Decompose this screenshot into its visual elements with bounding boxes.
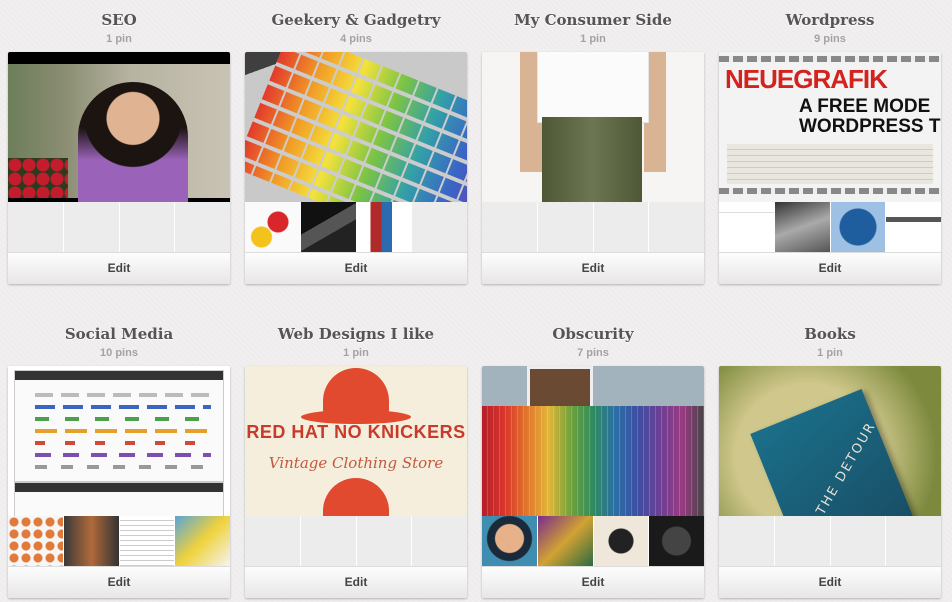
thumbnail-placeholder bbox=[245, 516, 301, 566]
board-card[interactable]: RED HAT NO KNICKERS Vintage Clothing Sto… bbox=[245, 366, 467, 598]
thumbnail-placeholder bbox=[175, 202, 230, 252]
board-card[interactable]: THE DETOUR Edit bbox=[719, 366, 941, 598]
thumbnail-image[interactable] bbox=[649, 516, 704, 566]
board-thumbnails bbox=[719, 516, 941, 566]
board-title[interactable]: Web Designs I like bbox=[245, 324, 467, 344]
board-card[interactable]: Edit bbox=[8, 52, 230, 284]
board-wordpress: Wordpress 9 pins NEUEGRAFIK A FREE MODE … bbox=[719, 10, 941, 284]
thumbnail-placeholder bbox=[830, 516, 887, 566]
thumbnail-placeholder bbox=[63, 202, 120, 252]
thumbnail-image[interactable] bbox=[886, 202, 941, 252]
thumbnail-image[interactable] bbox=[774, 202, 831, 252]
pin-count: 1 pin bbox=[580, 33, 606, 45]
board-card[interactable]: Edit bbox=[245, 52, 467, 284]
thumbnail-image[interactable] bbox=[356, 202, 413, 252]
thumbnail-image[interactable] bbox=[175, 516, 230, 566]
thumbnail-placeholder bbox=[8, 202, 64, 252]
board-books: Books 1 pin THE DETOUR Edit bbox=[719, 324, 941, 598]
board-geekery-gadgetry: Geekery & Gadgetry 4 pins Edit bbox=[245, 10, 467, 284]
edit-button[interactable]: Edit bbox=[482, 252, 704, 284]
board-thumbnails bbox=[719, 202, 941, 252]
thumbnail-placeholder bbox=[593, 202, 650, 252]
board-title[interactable]: Social Media bbox=[8, 324, 230, 344]
board-web-designs-i-like: Web Designs I like 1 pin RED HAT NO KNIC… bbox=[245, 324, 467, 598]
board-cover-image[interactable]: THE DETOUR bbox=[719, 366, 941, 516]
cover-line: A FREE MODE bbox=[799, 96, 931, 117]
thumbnail-placeholder bbox=[774, 516, 831, 566]
thumbnail-placeholder bbox=[356, 516, 413, 566]
board-thumbnails bbox=[245, 202, 467, 252]
board-title[interactable]: My Consumer Side bbox=[482, 10, 704, 30]
thumbnail-image[interactable] bbox=[830, 202, 887, 252]
edit-button[interactable]: Edit bbox=[245, 252, 467, 284]
board-social-media: Social Media 10 pins Edit bbox=[8, 324, 230, 598]
board-obscurity: Obscurity 7 pins Edit bbox=[482, 324, 704, 598]
edit-button[interactable]: Edit bbox=[719, 566, 941, 598]
thumbnail-image[interactable] bbox=[63, 516, 120, 566]
cover-headline: NEUEGRAFIK bbox=[725, 64, 888, 94]
thumbnail-placeholder bbox=[412, 516, 467, 566]
thumbnail-placeholder bbox=[119, 202, 176, 252]
thumbnail-image[interactable] bbox=[245, 202, 301, 252]
thumbnail-placeholder bbox=[537, 202, 594, 252]
pin-count: 7 pins bbox=[577, 347, 609, 359]
board-cover-image[interactable] bbox=[245, 52, 467, 202]
board-cover-image[interactable]: NEUEGRAFIK A FREE MODE WORDPRESS THE bbox=[719, 52, 941, 202]
thumbnail-image[interactable] bbox=[8, 516, 64, 566]
pin-count: 1 pin bbox=[817, 347, 843, 359]
edit-button[interactable]: Edit bbox=[719, 252, 941, 284]
board-title[interactable]: SEO bbox=[8, 10, 230, 30]
pin-count: 1 pin bbox=[343, 347, 369, 359]
thumbnail-placeholder bbox=[482, 202, 538, 252]
board-card[interactable]: Edit bbox=[8, 366, 230, 598]
pin-count: 4 pins bbox=[340, 33, 372, 45]
board-thumbnails bbox=[482, 202, 704, 252]
board-card[interactable]: Edit bbox=[482, 366, 704, 598]
board-title[interactable]: Books bbox=[719, 324, 941, 344]
thumbnail-image[interactable] bbox=[119, 516, 176, 566]
thumbnail-image[interactable] bbox=[300, 202, 357, 252]
cover-headline: RED HAT NO KNICKERS bbox=[246, 422, 466, 442]
pin-count: 9 pins bbox=[814, 33, 846, 45]
board-cover-image[interactable] bbox=[482, 366, 704, 516]
thumbnail-image[interactable] bbox=[537, 516, 594, 566]
board-card[interactable]: Edit bbox=[482, 52, 704, 284]
pin-count: 1 pin bbox=[106, 33, 132, 45]
pin-count: 10 pins bbox=[100, 347, 138, 359]
thumbnail-placeholder bbox=[886, 516, 941, 566]
board-cover-image[interactable] bbox=[8, 366, 230, 516]
board-thumbnails bbox=[8, 516, 230, 566]
edit-button[interactable]: Edit bbox=[482, 566, 704, 598]
board-cover-image[interactable] bbox=[482, 52, 704, 202]
board-thumbnails bbox=[482, 516, 704, 566]
board-cover-image[interactable]: RED HAT NO KNICKERS Vintage Clothing Sto… bbox=[245, 366, 467, 516]
thumbnail-placeholder bbox=[719, 516, 775, 566]
board-my-consumer-side: My Consumer Side 1 pin Edit bbox=[482, 10, 704, 284]
edit-button[interactable]: Edit bbox=[8, 252, 230, 284]
edit-button[interactable]: Edit bbox=[8, 566, 230, 598]
thumbnail-image[interactable] bbox=[719, 202, 775, 252]
board-cover-image[interactable] bbox=[8, 52, 230, 202]
board-thumbnails bbox=[8, 202, 230, 252]
cover-subline: Vintage Clothing Store bbox=[268, 454, 444, 472]
board-title[interactable]: Geekery & Gadgetry bbox=[245, 10, 467, 30]
thumbnail-placeholder bbox=[300, 516, 357, 566]
thumbnail-placeholder bbox=[412, 202, 467, 252]
thumbnail-placeholder bbox=[649, 202, 704, 252]
board-title[interactable]: Wordpress bbox=[719, 10, 941, 30]
board-thumbnails bbox=[245, 516, 467, 566]
thumbnail-image[interactable] bbox=[593, 516, 650, 566]
board-title[interactable]: Obscurity bbox=[482, 324, 704, 344]
edit-button[interactable]: Edit bbox=[245, 566, 467, 598]
board-card[interactable]: NEUEGRAFIK A FREE MODE WORDPRESS THE Edi… bbox=[719, 52, 941, 284]
cover-line: WORDPRESS THE bbox=[799, 116, 941, 137]
thumbnail-image[interactable] bbox=[482, 516, 538, 566]
board-seo: SEO 1 pin Edit bbox=[8, 10, 230, 284]
